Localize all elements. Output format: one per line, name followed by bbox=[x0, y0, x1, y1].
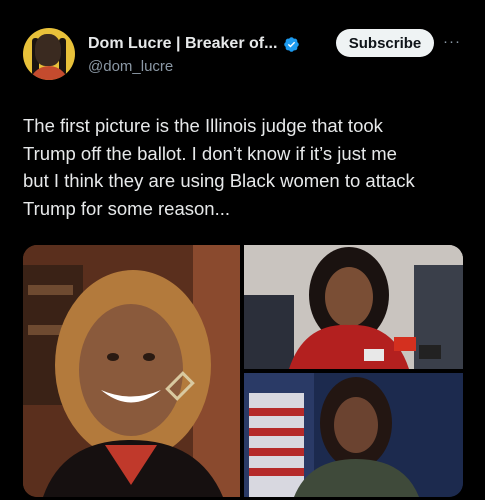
avatar-face bbox=[35, 34, 61, 66]
media-photo-2[interactable] bbox=[244, 245, 463, 369]
media-photo-3[interactable] bbox=[244, 373, 463, 497]
tweet-text: The first picture is the Illinois judge … bbox=[23, 115, 415, 219]
subscribe-button[interactable]: Subscribe bbox=[336, 29, 434, 57]
photo-1-illustration bbox=[23, 245, 240, 497]
photo-3-illustration bbox=[244, 373, 463, 497]
photo-2-illustration bbox=[244, 245, 463, 369]
verified-badge-icon bbox=[284, 36, 300, 52]
media-grid bbox=[23, 245, 463, 497]
more-options-icon[interactable]: ··· bbox=[443, 33, 461, 50]
media-photo-1[interactable] bbox=[23, 245, 240, 497]
author-handle[interactable]: @dom_lucre bbox=[88, 58, 173, 75]
author-display-name[interactable]: Dom Lucre | Breaker of... bbox=[88, 35, 277, 53]
author-name-row[interactable]: Dom Lucre | Breaker of... bbox=[88, 34, 300, 54]
profile-avatar[interactable] bbox=[23, 28, 75, 80]
tweet-header: Dom Lucre | Breaker of... @dom_lucre Sub… bbox=[0, 0, 485, 90]
